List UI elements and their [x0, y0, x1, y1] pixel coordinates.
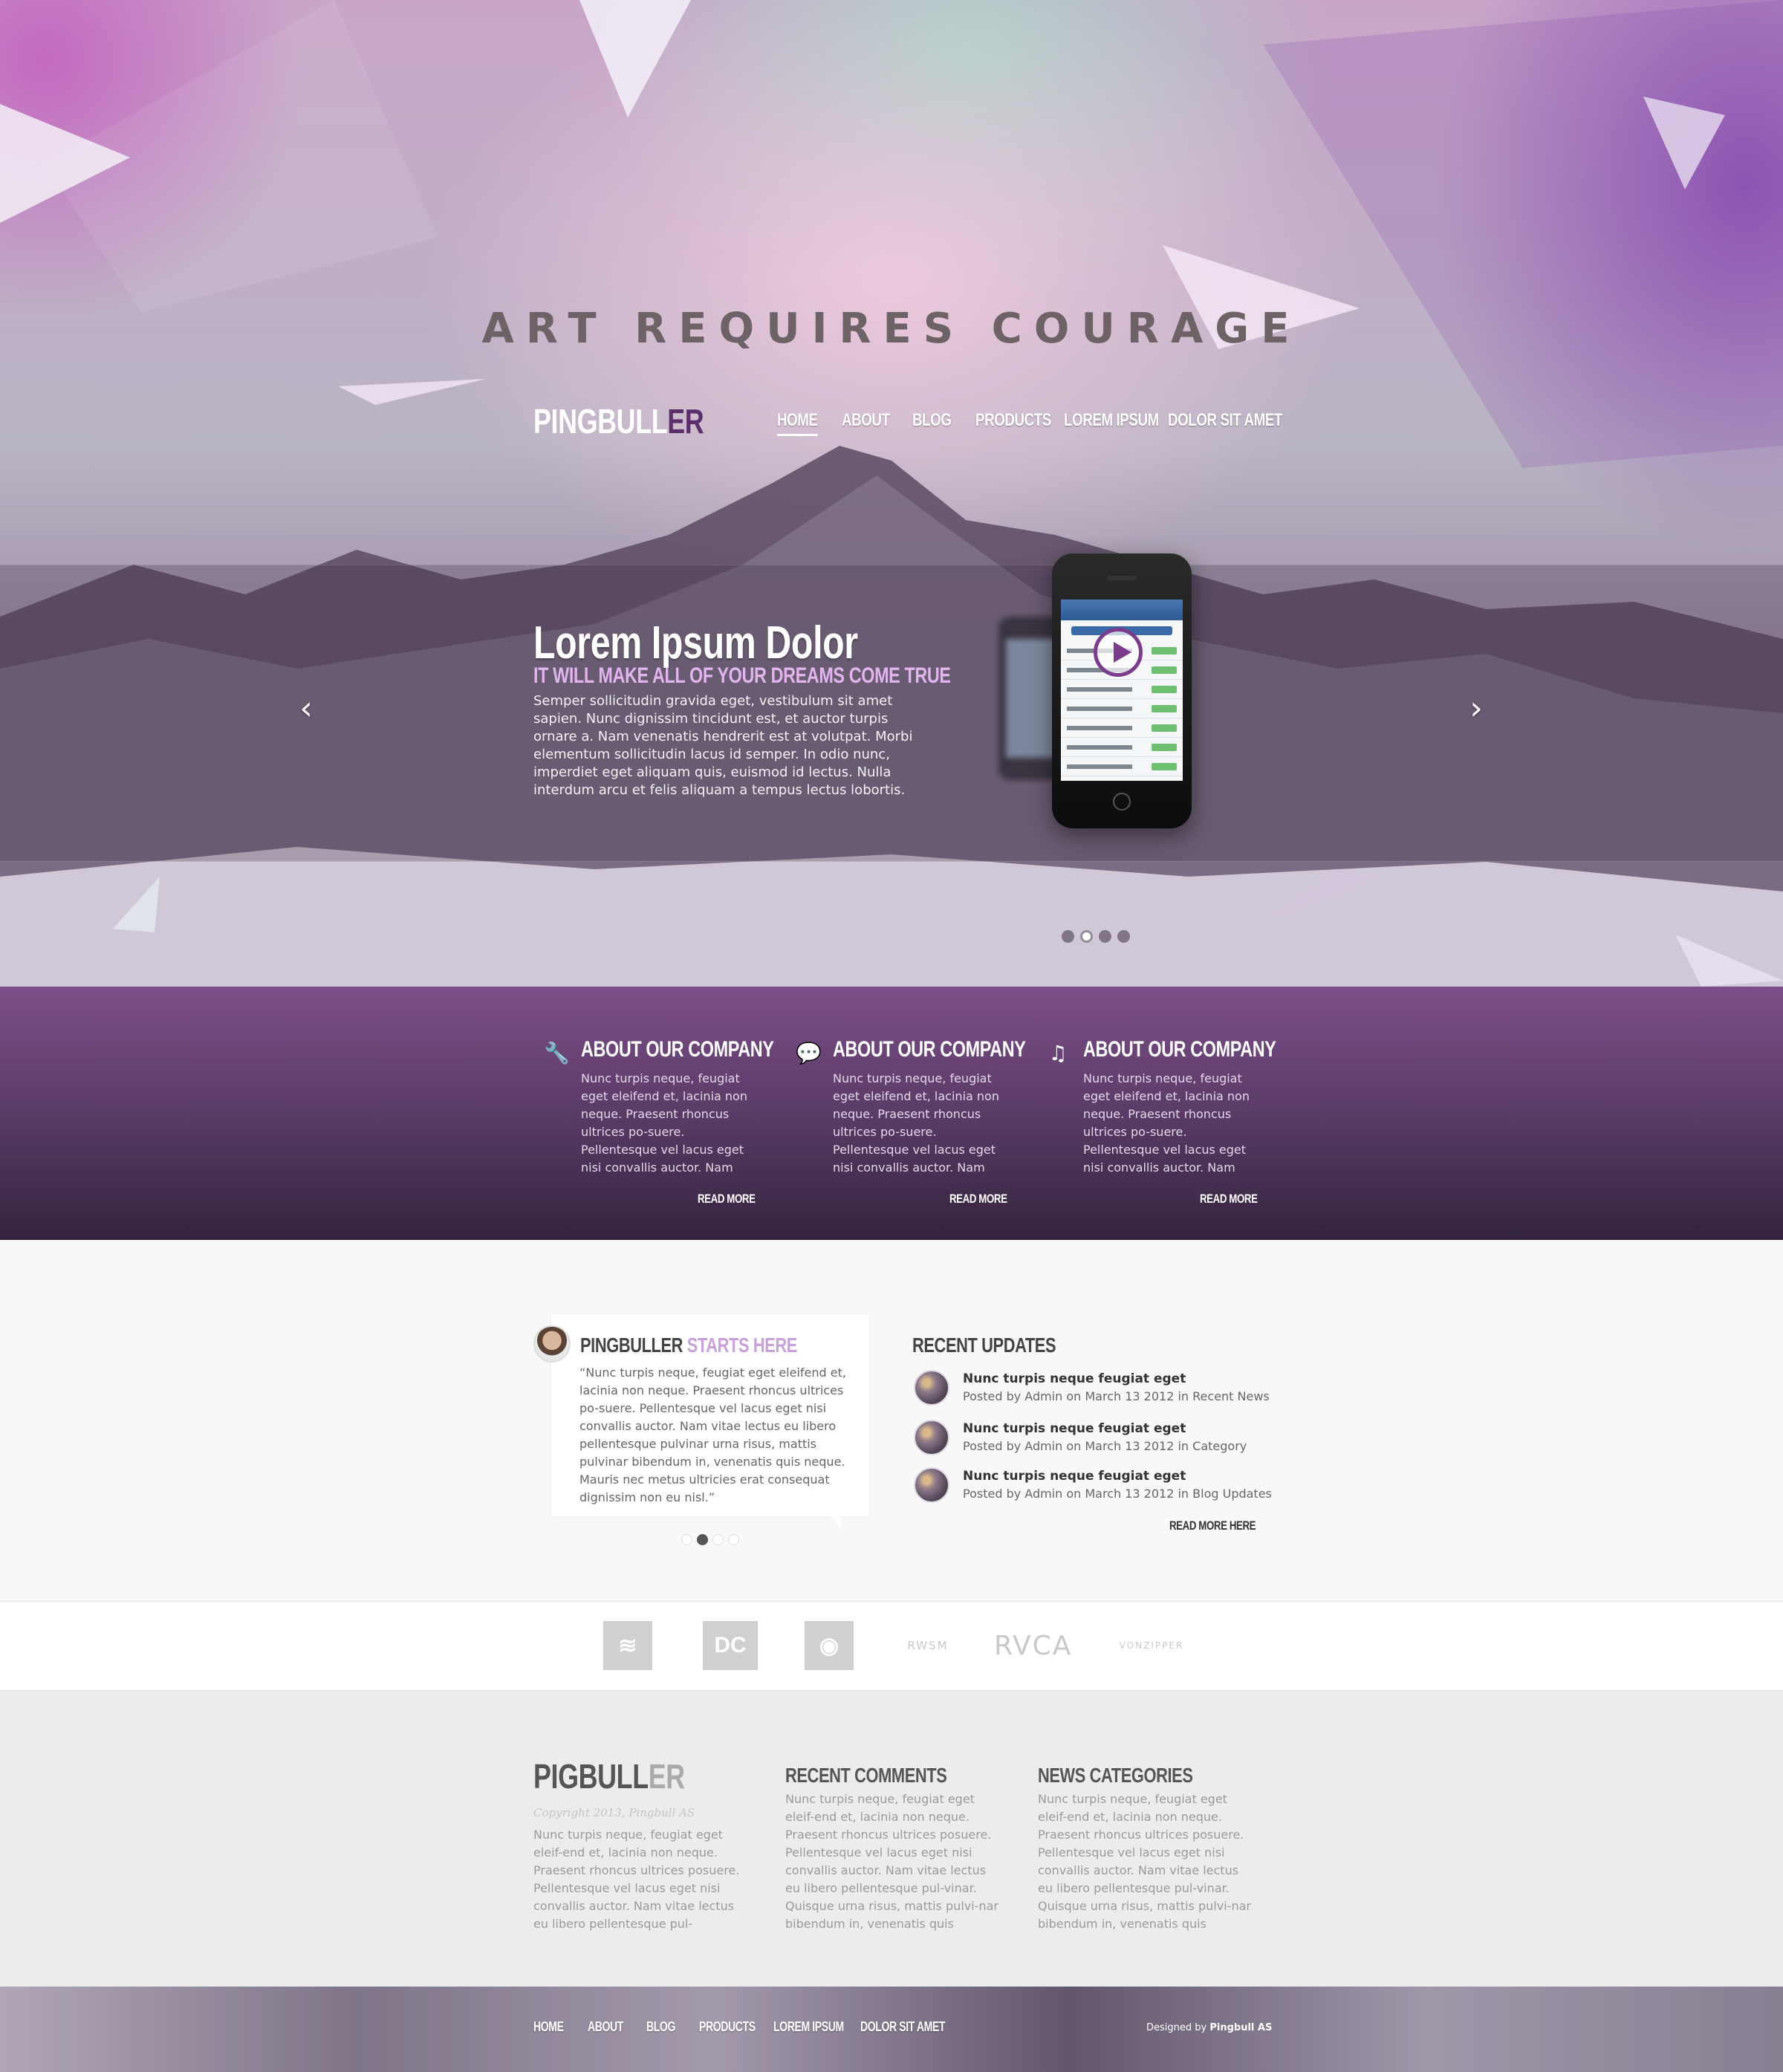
nav-about[interactable]: ABOUT — [842, 410, 890, 431]
testimonial-heading-accent: STARTS HERE — [686, 1334, 798, 1357]
footer-logo[interactable]: PIGBULLER — [533, 1756, 685, 1796]
slider-next-arrow[interactable]: › — [1460, 692, 1493, 727]
testimonial-dot-active[interactable] — [697, 1534, 708, 1545]
designer-credit: Designed by Pingbull AS — [1146, 2022, 1272, 2033]
dc-logo[interactable]: DC — [703, 1621, 758, 1670]
bottom-nav-lorem-ipsum[interactable]: LOREM IPSUM — [773, 2019, 844, 2035]
decor-triangle — [338, 379, 487, 405]
footer-logo-accent: ER — [648, 1757, 685, 1796]
feature-title: ABOUT OUR COMPANY — [833, 1037, 1026, 1062]
update-title[interactable]: Nunc turpis neque feugiat eget — [963, 1371, 1186, 1386]
play-icon[interactable] — [1094, 628, 1143, 677]
update-meta: Posted by Admin on March 13 2012 in Blog… — [963, 1487, 1272, 1501]
nav-dolor-sit-amet[interactable]: DOLOR SIT AMET — [1168, 410, 1282, 431]
slider-prev-arrow[interactable]: ‹ — [290, 692, 322, 727]
testimonial-heading-main: PINGBULLER — [580, 1334, 683, 1357]
feature-text: Nunc turpis neque, feugiat eget eleifend… — [1083, 1071, 1250, 1175]
slider-pagination — [1062, 930, 1130, 943]
update-title[interactable]: Nunc turpis neque feugiat eget — [963, 1421, 1186, 1436]
footer-copyright: Copyright 2013, Pingbull AS — [533, 1806, 695, 1819]
feature-block: 💬 ABOUT OUR COMPANY Nunc turpis neque, f… — [796, 1037, 1026, 1206]
testimonial-heading: PINGBULLER STARTS HERE — [580, 1334, 797, 1357]
nav-home[interactable]: HOME — [777, 410, 818, 436]
decor-shard — [45, 0, 438, 312]
testimonial-dot[interactable] — [728, 1534, 739, 1545]
snow-field — [0, 847, 1783, 987]
nav-blog[interactable]: BLOG — [912, 410, 952, 431]
testimonial-dot[interactable] — [712, 1534, 724, 1545]
feature-title: ABOUT OUR COMPANY — [581, 1037, 774, 1062]
update-title[interactable]: Nunc turpis neque feugiat eget — [963, 1469, 1186, 1484]
feature-title: ABOUT OUR COMPANY — [1083, 1037, 1276, 1062]
list-item[interactable]: Nunc turpis neque feugiat eget Posted by… — [914, 1467, 1272, 1506]
slider-dot[interactable] — [1117, 930, 1130, 943]
slide-title: Lorem Ipsum Dolor — [533, 617, 858, 669]
feature-read-more[interactable]: READ MORE — [949, 1192, 1007, 1206]
music-note-icon: ♫ — [1048, 1041, 1068, 1065]
nav-lorem-ipsum[interactable]: LOREM IPSUM — [1064, 410, 1159, 431]
phone-mockup — [1052, 553, 1192, 828]
list-item[interactable]: Nunc turpis neque feugiat eget Posted by… — [914, 1420, 1256, 1458]
news-categories-text: Nunc turpis neque, feugiat eget eleif-en… — [1038, 1792, 1251, 1931]
testimonial-dot[interactable] — [681, 1534, 692, 1545]
features-section: 🔧 ABOUT OUR COMPANY Nunc turpis neque, f… — [0, 987, 1783, 1240]
update-thumbnail — [914, 1370, 949, 1406]
phone-home-button — [1113, 793, 1131, 811]
wrench-icon: 🔧 — [544, 1041, 570, 1065]
avatar — [533, 1325, 571, 1363]
credit-name[interactable]: Pingbull AS — [1209, 2022, 1272, 2033]
bottom-nav-about[interactable]: ABOUT — [588, 2019, 623, 2035]
testimonial-quote: “Nunc turpis neque, feugiat eget eleifen… — [579, 1365, 846, 1504]
read-more-here-link[interactable]: READ MORE HERE — [1169, 1519, 1256, 1533]
update-meta: Posted by Admin on March 13 2012 in Cate… — [963, 1439, 1247, 1453]
slide-text: Semper sollicitudin gravida eget, vestib… — [533, 693, 913, 798]
credit-prefix: Designed by — [1146, 2022, 1207, 2033]
news-categories-title: NEWS CATEGORIES — [1038, 1764, 1193, 1787]
nav-products[interactable]: PRODUCTS — [975, 410, 1051, 431]
decor-shard — [1263, 0, 1783, 468]
slider-dot-active[interactable] — [1080, 930, 1093, 943]
phone-screen — [1061, 600, 1183, 781]
slider-dot[interactable] — [1099, 930, 1111, 943]
brand-logo-bar: ≋ DC ◉ RWSM RVCA VONZIPPER — [0, 1601, 1783, 1691]
recent-comments-text: Nunc turpis neque, feugiat eget eleif-en… — [785, 1792, 998, 1931]
list-item[interactable]: Nunc turpis neque feugiat eget Posted by… — [914, 1370, 1270, 1409]
recent-comments-title: RECENT COMMENTS — [785, 1764, 947, 1787]
slider-dot[interactable] — [1062, 930, 1074, 943]
feature-text: Nunc turpis neque, feugiat eget eleifend… — [581, 1071, 747, 1175]
vonzipper-logo[interactable]: VONZIPPER — [1118, 1621, 1185, 1670]
footer-logo-main: PIGBULL — [533, 1757, 649, 1796]
hero-tagline: ART REQUIRES COURAGE — [481, 305, 1302, 353]
rwsm-logo[interactable]: RWSM — [902, 1621, 954, 1670]
bottom-nav-products[interactable]: PRODUCTS — [699, 2019, 756, 2035]
element-logo[interactable]: ◉ — [805, 1621, 854, 1670]
hero-section: ART REQUIRES COURAGE PINGBULLER HOME ABO… — [0, 0, 1783, 987]
feature-read-more[interactable]: READ MORE — [1200, 1192, 1258, 1206]
feature-text: Nunc turpis neque, feugiat eget eleifend… — [833, 1071, 999, 1175]
bottom-nav-blog[interactable]: BLOG — [646, 2019, 675, 2035]
testimonial-pagination — [681, 1534, 739, 1545]
feature-block: 🔧 ABOUT OUR COMPANY Nunc turpis neque, f… — [544, 1037, 774, 1206]
decor-triangle — [579, 0, 691, 117]
slide-subtitle: IT WILL MAKE ALL OF YOUR DREAMS COME TRU… — [533, 663, 951, 688]
main-nav: HOME ABOUT BLOG PRODUCTS LOREM IPSUM DOL… — [0, 410, 1783, 440]
rvca-logo[interactable]: RVCA — [994, 1621, 1072, 1670]
phone-speaker — [1107, 576, 1137, 580]
update-thumbnail — [914, 1467, 949, 1503]
recent-updates-title: RECENT UPDATES — [912, 1334, 1056, 1357]
feature-block: ♫ ABOUT OUR COMPANY Nunc turpis neque, f… — [1048, 1037, 1276, 1206]
update-meta: Posted by Admin on March 13 2012 in Rece… — [963, 1389, 1270, 1403]
feature-read-more[interactable]: READ MORE — [698, 1192, 756, 1206]
middle-section — [0, 1240, 1783, 1601]
update-thumbnail — [914, 1420, 949, 1455]
billabong-logo[interactable]: ≋ — [603, 1621, 652, 1670]
speech-bubble-icon: 💬 — [796, 1041, 822, 1065]
bottom-nav-dolor-sit-amet[interactable]: DOLOR SIT AMET — [860, 2019, 946, 2035]
bottom-bar: HOME ABOUT BLOG PRODUCTS LOREM IPSUM DOL… — [0, 1987, 1783, 2072]
footer-about-text: Nunc turpis neque, feugiat eget eleif-en… — [533, 1828, 740, 1931]
bottom-nav-home[interactable]: HOME — [533, 2019, 564, 2035]
